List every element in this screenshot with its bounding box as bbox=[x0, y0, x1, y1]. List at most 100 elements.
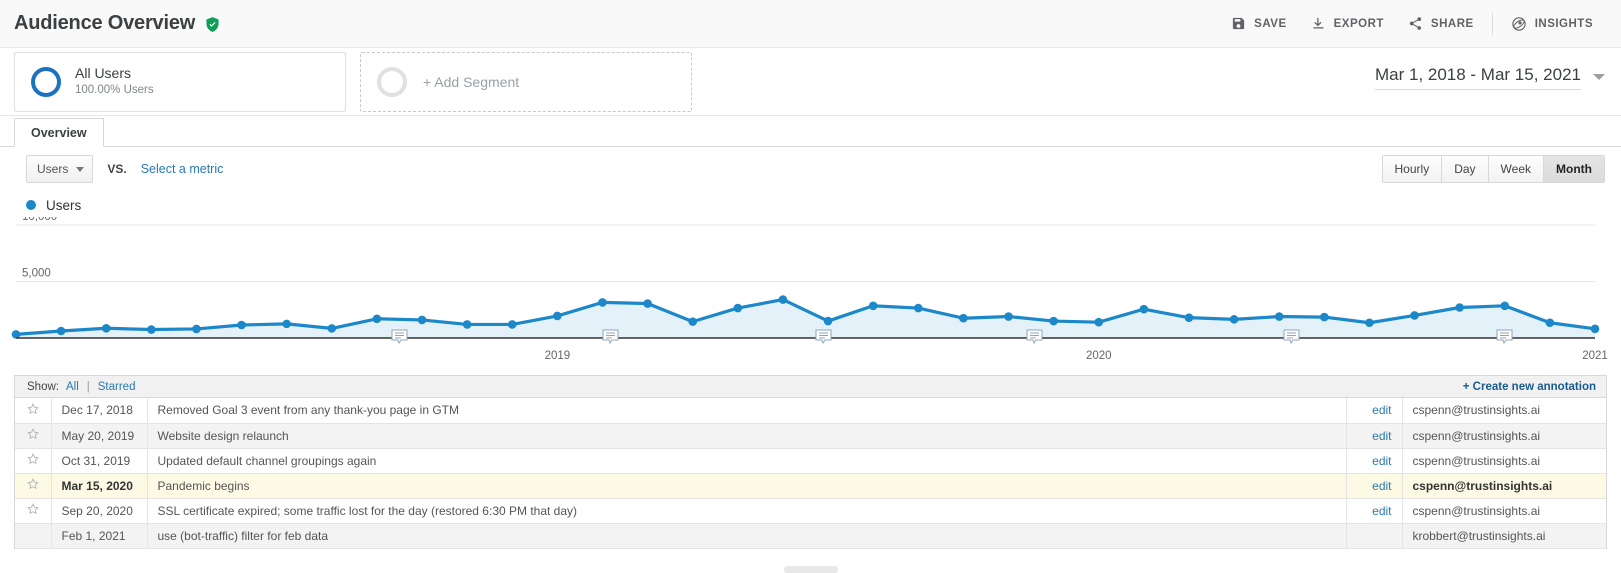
granularity-month[interactable]: Month bbox=[1544, 156, 1604, 182]
chart-data-point[interactable] bbox=[1410, 311, 1419, 320]
chart-data-point[interactable] bbox=[778, 295, 788, 304]
annotation-edit-cell[interactable]: edit bbox=[1346, 423, 1403, 449]
granularity-week[interactable]: Week bbox=[1488, 156, 1545, 182]
table-row[interactable]: Oct 31, 2019 Updated default channel grou… bbox=[15, 448, 1606, 474]
table-row[interactable]: Mar 15, 2020 Pandemic begins edit cspenn@tr… bbox=[15, 473, 1606, 499]
annotation-marker-icon[interactable] bbox=[815, 329, 832, 345]
chart-data-point[interactable] bbox=[913, 303, 923, 313]
chart-data-point[interactable] bbox=[372, 314, 382, 324]
annotations-panel: Show: All | Starred + Create new annotat… bbox=[14, 375, 1607, 549]
annotation-star-cell[interactable] bbox=[15, 398, 52, 424]
annotation-star-cell[interactable] bbox=[15, 523, 52, 549]
star-icon[interactable] bbox=[26, 502, 40, 519]
chart-data-point[interactable] bbox=[1455, 303, 1464, 312]
save-button[interactable]: SAVE bbox=[1219, 10, 1298, 37]
segment-ring-empty-icon bbox=[377, 66, 407, 97]
metric-select-value: Users bbox=[37, 162, 69, 176]
chart-data-point[interactable] bbox=[1139, 304, 1149, 314]
create-annotation-link[interactable]: + Create new annotation bbox=[1463, 381, 1596, 393]
add-segment-button[interactable]: + Add Segment bbox=[360, 51, 692, 112]
annotation-marker-icon[interactable] bbox=[1026, 329, 1043, 345]
chart-data-point[interactable] bbox=[1094, 317, 1104, 327]
scroll-indicator[interactable] bbox=[783, 566, 838, 573]
table-row[interactable]: Dec 17, 2018 Removed Goal 3 event from an… bbox=[15, 398, 1606, 424]
edit-link[interactable]: edit bbox=[1372, 403, 1391, 417]
filter-starred[interactable]: Starred bbox=[98, 381, 136, 393]
annotation-edit-cell[interactable]: edit bbox=[1346, 398, 1403, 424]
chart-data-point[interactable] bbox=[1590, 324, 1600, 334]
chart-data-point[interactable] bbox=[1049, 316, 1058, 326]
chart-data-point[interactable] bbox=[147, 325, 156, 334]
insights-button[interactable]: INSIGHTS bbox=[1499, 10, 1605, 38]
chart-data-point[interactable] bbox=[282, 319, 291, 329]
annotations-table: Dec 17, 2018 Removed Goal 3 event from an… bbox=[15, 398, 1606, 549]
metric-select[interactable]: Users bbox=[26, 155, 94, 183]
annotation-marker-icon[interactable] bbox=[602, 329, 619, 345]
chart-data-point[interactable] bbox=[56, 326, 66, 336]
chart-data-point[interactable] bbox=[1004, 312, 1013, 321]
annotation-marker-icon[interactable] bbox=[1496, 329, 1513, 345]
date-range-picker[interactable]: Mar 1, 2018 - Mar 15, 2021 bbox=[1374, 65, 1605, 90]
chart-data-point[interactable] bbox=[733, 303, 743, 313]
chart-canvas: 5,000 10,000 bbox=[11, 217, 1600, 345]
table-row[interactable]: Feb 1, 2021 use (bot-traffic) filter for … bbox=[15, 523, 1606, 549]
star-icon[interactable] bbox=[26, 402, 40, 419]
table-row[interactable]: May 20, 2019 Website design relaunch edit c… bbox=[15, 423, 1606, 449]
share-button[interactable]: SHARE bbox=[1396, 10, 1486, 37]
star-icon[interactable] bbox=[26, 452, 40, 469]
verified-check-icon bbox=[204, 16, 221, 33]
chart-data-point[interactable] bbox=[868, 301, 878, 311]
annotation-star-cell[interactable] bbox=[15, 473, 52, 499]
chart-data-point[interactable] bbox=[1184, 313, 1194, 322]
segment-all-users[interactable]: All Users 100.00% Users bbox=[14, 51, 346, 112]
chart-data-point[interactable] bbox=[643, 299, 652, 308]
chart-data-point[interactable] bbox=[1500, 301, 1510, 311]
chart-data-point[interactable] bbox=[462, 320, 472, 329]
chart-data-point[interactable] bbox=[507, 320, 517, 329]
annotation-marker-icon[interactable] bbox=[391, 329, 408, 345]
chart-data-point[interactable] bbox=[327, 324, 337, 333]
chart-data-point[interactable] bbox=[237, 320, 246, 330]
select-a-metric-link[interactable]: Select a metric bbox=[141, 162, 224, 176]
annotation-edit-cell[interactable]: edit bbox=[1346, 498, 1403, 524]
chart-data-point[interactable] bbox=[1545, 318, 1555, 328]
annotation-marker-icon[interactable] bbox=[1283, 329, 1300, 345]
annotation-star-cell[interactable] bbox=[15, 448, 52, 474]
chart-data-point[interactable] bbox=[192, 324, 201, 334]
chart-data-point[interactable] bbox=[553, 311, 562, 321]
annotation-date: Mar 15, 2020 bbox=[51, 473, 148, 499]
export-button[interactable]: EXPORT bbox=[1299, 10, 1396, 37]
edit-link[interactable]: edit bbox=[1372, 504, 1391, 518]
annotation-text: Website design relaunch bbox=[147, 423, 1347, 449]
annotation-edit-cell[interactable] bbox=[1346, 523, 1403, 549]
star-icon[interactable] bbox=[26, 477, 40, 494]
table-row[interactable]: Sep 20, 2020 SSL certificate expired; som… bbox=[15, 498, 1606, 524]
annotation-edit-cell[interactable]: edit bbox=[1346, 448, 1403, 474]
tab-overview[interactable]: Overview bbox=[14, 118, 104, 147]
granularity-day[interactable]: Day bbox=[1442, 156, 1489, 182]
annotation-star-cell[interactable] bbox=[15, 423, 52, 449]
annotation-star-cell[interactable] bbox=[15, 498, 52, 524]
annotation-date: Sep 20, 2020 bbox=[51, 498, 148, 524]
chart-data-point[interactable] bbox=[1229, 315, 1239, 324]
users-line-chart[interactable]: 5,000 10,000 2019 2020 2021 bbox=[0, 217, 1608, 369]
chart-data-point[interactable] bbox=[101, 323, 111, 333]
chart-data-point[interactable] bbox=[823, 316, 833, 326]
star-icon[interactable] bbox=[26, 427, 40, 444]
chart-data-point[interactable] bbox=[598, 298, 607, 307]
edit-link[interactable]: edit bbox=[1372, 479, 1391, 493]
chart-controls: Users VS. Select a metric Hourly Day Wee… bbox=[0, 147, 1621, 191]
filter-all[interactable]: All bbox=[66, 381, 79, 393]
filter-separator: | bbox=[86, 380, 90, 393]
chart-data-point[interactable] bbox=[417, 315, 427, 325]
chart-data-point[interactable] bbox=[1274, 312, 1284, 321]
chart-data-point[interactable] bbox=[1365, 318, 1374, 328]
chart-data-point[interactable] bbox=[959, 313, 968, 323]
edit-link[interactable]: edit bbox=[1372, 429, 1391, 443]
chart-area-fill bbox=[16, 299, 1595, 338]
chart-data-point[interactable] bbox=[688, 317, 698, 326]
annotation-edit-cell[interactable]: edit bbox=[1346, 473, 1403, 499]
chart-data-point[interactable] bbox=[1320, 312, 1329, 322]
granularity-hourly[interactable]: Hourly bbox=[1382, 156, 1443, 182]
edit-link[interactable]: edit bbox=[1372, 454, 1391, 468]
